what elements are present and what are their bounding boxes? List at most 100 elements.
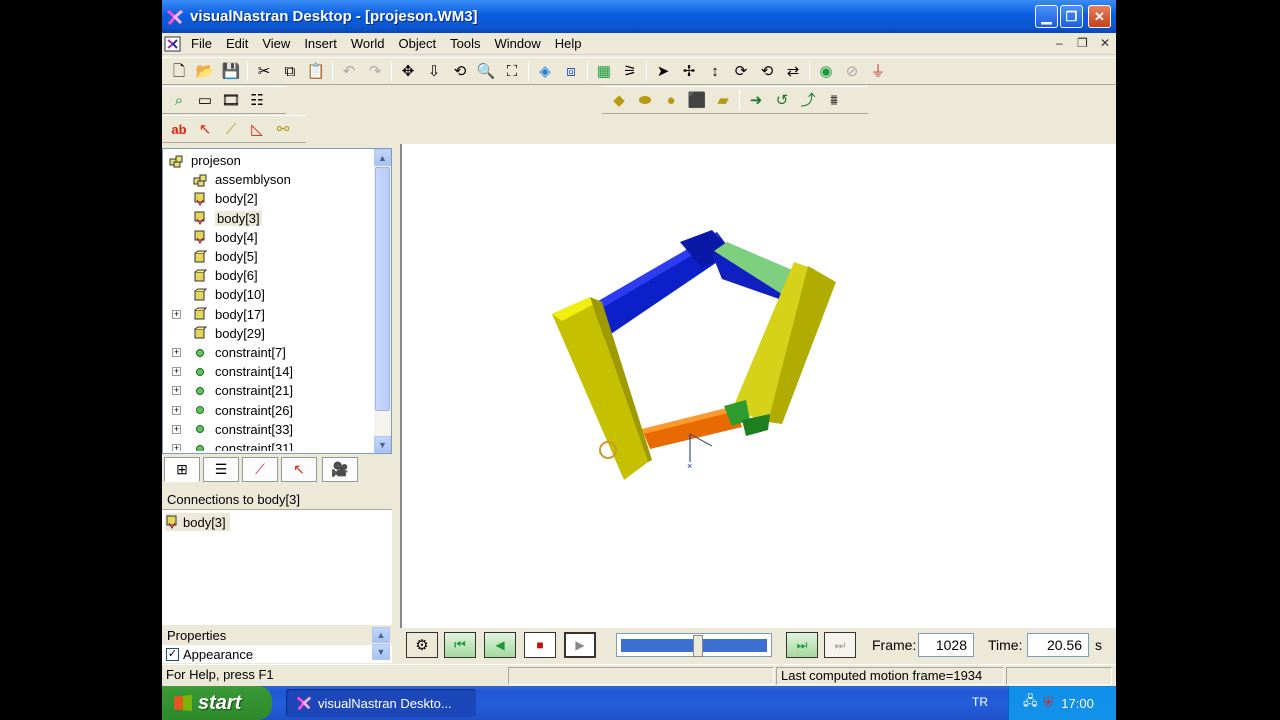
arc-tool-icon[interactable]: ◺ [244,117,270,141]
move-object-icon[interactable]: ✢ [676,59,702,83]
menu-insert[interactable]: Insert [297,33,344,55]
motor-icon[interactable]: ⤴ [795,88,821,112]
properties-list-icon[interactable]: ☷ [244,88,270,112]
tree-item[interactable]: + constraint[26] [172,401,293,420]
menu-tools[interactable]: Tools [443,33,487,55]
3d-viewport[interactable]: × [400,144,1116,628]
save-icon[interactable]: 💾 [218,59,244,83]
tree-item[interactable]: + constraint[33] [172,420,293,439]
text-tool-icon[interactable]: ab [166,117,192,141]
new-file-icon[interactable]: 🗋 [166,59,192,83]
expand-icon[interactable]: + [172,405,181,415]
frame-icon[interactable]: ▭ [192,88,218,112]
tree-item[interactable]: + constraint[21] [172,381,293,400]
mdi-restore-button[interactable]: ❐ [1077,36,1088,50]
box-object-icon[interactable]: ◆ [606,88,632,112]
tree-scrollbar[interactable]: ▲ ▼ [374,149,391,453]
restore-button[interactable]: ❐ [1060,5,1083,28]
start-button[interactable]: start [162,686,272,720]
line-tool-icon[interactable]: ⟋ [218,117,244,141]
undo-icon[interactable]: ↶ [336,59,362,83]
fast-forward-button[interactable]: ⏭ [824,632,856,658]
hide-icon[interactable]: ⚞ [617,59,643,83]
view-cube-icon[interactable]: ⧈ [558,59,584,83]
stop-button[interactable]: ■ [524,632,556,658]
props-scroll-up-icon[interactable]: ▲ [372,627,390,643]
open-folder-icon[interactable]: 📂 [192,59,218,83]
language-indicator[interactable]: TR [972,695,988,709]
tree-item[interactable]: body[4] [193,228,258,247]
redo-icon[interactable]: ↷ [362,59,388,83]
tree-item[interactable]: assemblyson [193,170,291,189]
tab-graphs[interactable]: ⟋ [242,457,278,482]
tree-item[interactable]: + constraint[14] [172,362,293,381]
title-bar[interactable]: visualNastran Desktop - [projeson.WM3] ▁… [162,0,1116,33]
tree-item[interactable]: body[6] [193,266,258,285]
menu-view[interactable]: View [255,33,297,55]
frame-slider[interactable] [616,633,772,657]
disabled-tool-icon[interactable]: ⊘ [839,59,865,83]
film-icon[interactable]: 🎞 [218,88,244,112]
minimize-button[interactable]: ▁ [1035,5,1058,28]
cylinder-object-icon[interactable]: ⬬ [632,88,658,112]
copy-icon[interactable]: ⧉ [277,59,303,83]
spring-icon[interactable]: ⩩ [821,88,847,112]
plate-object-icon[interactable]: ▰ [710,88,736,112]
move-down-icon[interactable]: ⇩ [421,59,447,83]
rotate-view-icon[interactable]: ⟲ [447,59,473,83]
flip-icon[interactable]: ⇄ [780,59,806,83]
tree-item[interactable]: body[2] [193,189,258,208]
expand-icon[interactable]: + [172,309,181,319]
grid-icon[interactable]: ▦ [591,59,617,83]
tree-item[interactable]: + body[17] [172,305,265,324]
tree-item[interactable]: body[29] [193,324,265,343]
zoom-window-icon[interactable]: ⌕ [166,88,192,112]
time-field[interactable]: 20.56 [1027,633,1089,657]
view-iso-icon[interactable]: ◈ [532,59,558,83]
step-back-button[interactable]: ◀ [484,632,516,658]
expand-icon[interactable]: + [172,386,181,396]
force-icon[interactable]: ➜ [743,88,769,112]
torque-icon[interactable]: ↺ [769,88,795,112]
tree-item[interactable]: projeson [169,151,241,170]
tab-draw[interactable]: ↖ [281,457,317,482]
appearance-row[interactable]: ✓ Appearance [166,647,253,662]
network-icon[interactable]: 🖧 [1023,692,1038,714]
slider-thumb[interactable] [693,635,703,657]
anchor-green-icon[interactable]: ◉ [813,59,839,83]
appearance-checkbox[interactable]: ✓ [166,648,179,661]
pan-icon[interactable]: ✥ [395,59,421,83]
scroll-up-icon[interactable]: ▲ [374,149,391,166]
tree-item[interactable]: + constraint[7] [172,343,286,362]
security-shield-icon[interactable]: ⛨ [1044,695,1054,711]
props-scroll-down-icon[interactable]: ▼ [372,644,390,660]
close-button[interactable]: ✕ [1088,5,1111,28]
cut-icon[interactable]: ✂ [251,59,277,83]
menu-object[interactable]: Object [392,33,444,55]
step-forward-button[interactable]: ⏭ [786,632,818,658]
simulate-button[interactable]: ⚙ [406,632,438,658]
scroll-down-icon[interactable]: ▼ [374,436,391,453]
menu-world[interactable]: World [344,33,392,55]
menu-window[interactable]: Window [487,33,547,55]
menu-file[interactable]: File [184,33,219,55]
tab-hierarchy[interactable]: ⊞ [164,457,200,482]
expand-icon[interactable]: + [172,367,181,377]
taskbar-app-item[interactable]: visualNastran Deskto... [286,689,476,717]
vertical-move-icon[interactable]: ↕ [702,59,728,83]
tree-item[interactable]: body[5] [193,247,258,266]
tree-scroll-thumb[interactable] [375,167,390,411]
tree-item[interactable]: + constraint[31] [172,439,293,451]
expand-icon[interactable]: + [172,348,181,357]
sphere-object-icon[interactable]: ● [658,88,684,112]
select-arrow-icon[interactable]: ➤ [650,59,676,83]
document-icon[interactable] [164,35,182,53]
connect-tool-icon[interactable]: ⚯ [270,117,296,141]
expand-icon[interactable]: + [172,444,181,451]
zoom-fit-icon[interactable]: ⛶ [499,59,525,83]
connection-item[interactable]: body[3] [165,513,230,531]
pointer-tool-icon[interactable]: ↖ [192,117,218,141]
tab-properties[interactable]: ☰ [203,457,239,482]
panel-splitter[interactable] [392,144,400,664]
play-button[interactable]: ▶ [564,632,596,658]
